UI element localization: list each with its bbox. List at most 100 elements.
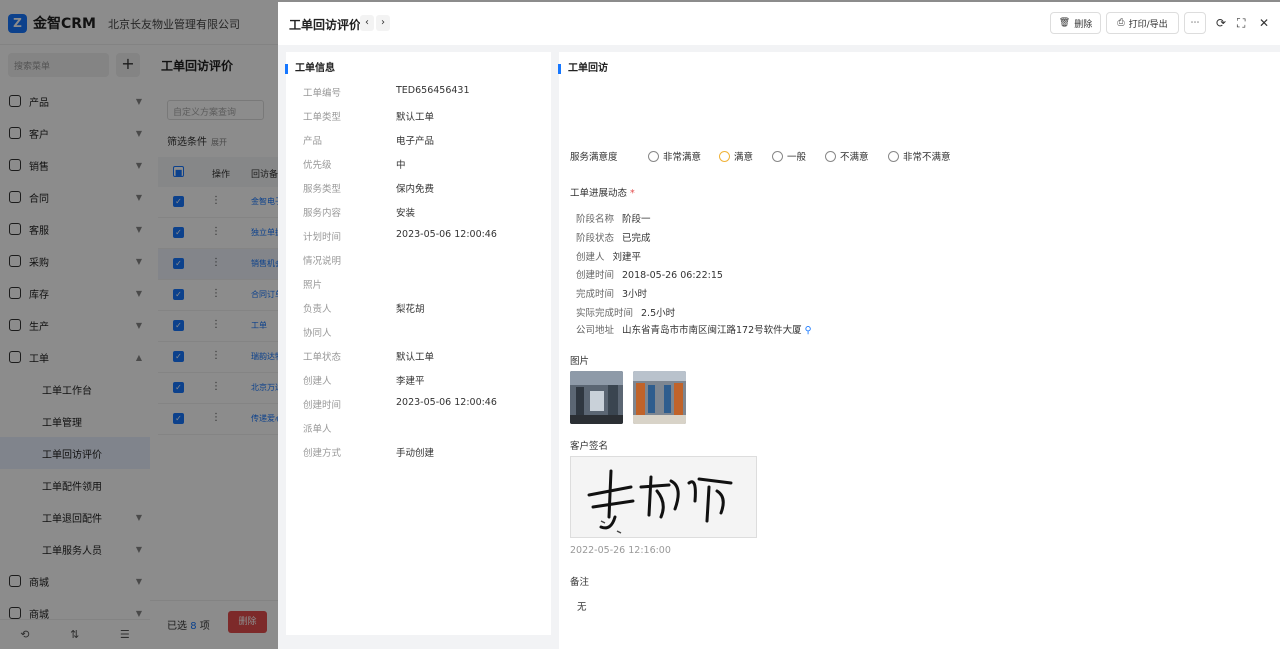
more-icon: ⋯ (1190, 18, 1200, 28)
field-row: 派单人 (296, 421, 546, 437)
photo-thumbnail[interactable] (570, 371, 623, 424)
next-record-icon[interactable]: › (376, 15, 390, 31)
field-label: 计划时间 (303, 232, 342, 243)
printer-icon: ⎙ (1117, 18, 1125, 28)
progress-row: 完成时间 3小时 (576, 286, 647, 300)
progress-row: 阶段名称 阶段一 (576, 211, 651, 225)
field-row: 创建方式 手动创建 (296, 445, 546, 461)
progress-label: 阶段名称 (576, 214, 615, 225)
workorder-info-panel: 工单信息 工单编号 TED656456431 工单类型 默认工单 产品 电子产品 优先… (285, 52, 551, 635)
prev-record-icon[interactable]: ‹ (360, 15, 374, 31)
satisfaction-option-selected[interactable]: 满意 (719, 149, 753, 163)
option-label: 非常不满意 (903, 152, 951, 163)
section-title: 工单信息 (285, 64, 335, 74)
progress-title-text: 工单进展动态 (570, 188, 628, 199)
option-label: 不满意 (840, 152, 869, 163)
progress-value: 2.5小时 (641, 308, 676, 319)
field-row: 负责人 梨花胡 (296, 301, 546, 317)
field-row: 照片 (296, 277, 546, 293)
field-value: 保内免费 (396, 184, 435, 195)
field-row: 情况说明 (296, 253, 546, 269)
delete-label: 删除 (1074, 19, 1093, 30)
field-row: 工单类型 默认工单 (296, 109, 546, 125)
field-row: 工单状态 默认工单 (296, 349, 546, 365)
pictures-label: 图片 (570, 356, 590, 367)
customer-signature-image (570, 456, 757, 538)
progress-row: 阶段状态 已完成 (576, 230, 651, 244)
field-row: 创建人 李建平 (296, 373, 546, 389)
progress-value: 山东省青岛市市南区闽江路172号软件大厦 (622, 325, 802, 336)
field-value: 手动创建 (396, 448, 435, 459)
field-row: 服务类型 保内免费 (296, 181, 546, 197)
progress-value: 阶段一 (622, 214, 651, 225)
field-label: 创建时间 (303, 400, 342, 411)
field-value: 安装 (396, 208, 416, 219)
field-label: 负责人 (303, 304, 332, 315)
field-value: TED656456431 (396, 85, 470, 96)
satisfaction-option[interactable]: 非常满意 (648, 149, 701, 163)
very-unsatisfied-icon (888, 150, 899, 162)
fullscreen-icon[interactable]: ⛶ (1237, 16, 1245, 31)
option-label: 一般 (787, 152, 807, 163)
satisfaction-option[interactable]: 不满意 (825, 149, 869, 163)
field-label: 照片 (303, 280, 323, 291)
progress-label: 公司地址 (576, 325, 615, 336)
field-row: 产品 电子产品 (296, 133, 546, 149)
field-value: 李建平 (396, 376, 425, 387)
progress-label: 创建人 (576, 252, 605, 263)
field-label: 工单状态 (303, 352, 342, 363)
progress-value: 已完成 (622, 233, 651, 244)
field-value: 梨花胡 (396, 304, 425, 315)
progress-value: 3小时 (622, 289, 648, 300)
field-row: 协同人 (296, 325, 546, 341)
field-value: 电子产品 (396, 136, 435, 147)
required-mark: * (630, 188, 635, 199)
close-icon[interactable]: ✕ (1259, 16, 1269, 30)
very-satisfied-icon (648, 150, 659, 162)
satisfaction-label: 服务满意度 (570, 152, 618, 163)
photo-thumbnail[interactable] (633, 371, 686, 424)
satisfaction-option[interactable]: 一般 (772, 149, 806, 163)
unsatisfied-icon (825, 150, 836, 162)
progress-row: 公司地址 山东省青岛市市南区闽江路172号软件大厦 ⚲ (576, 322, 812, 336)
print-export-button[interactable]: ⎙ 打印/导出 (1106, 12, 1179, 34)
field-value: 中 (396, 160, 406, 171)
delete-button[interactable]: 🗑 删除 (1050, 12, 1101, 34)
print-label: 打印/导出 (1128, 19, 1168, 30)
neutral-icon (772, 150, 783, 162)
field-label: 情况说明 (303, 256, 342, 267)
satisfied-icon (719, 150, 730, 162)
more-button[interactable]: ⋯ (1184, 12, 1206, 34)
factory-photo-1 (570, 371, 623, 424)
trash-icon: 🗑 (1058, 18, 1071, 28)
field-row: 工单编号 TED656456431 (296, 85, 546, 101)
satisfaction-option[interactable]: 非常不满意 (888, 149, 951, 163)
option-label: 满意 (734, 152, 754, 163)
field-label: 服务内容 (303, 208, 342, 219)
field-label: 派单人 (303, 424, 332, 435)
progress-value: 刘建平 (612, 252, 642, 263)
location-pin-icon[interactable]: ⚲ (805, 325, 812, 336)
drawer-title: 工单回访评价 (289, 18, 362, 32)
field-label: 协同人 (303, 328, 332, 339)
field-value: 默认工单 (396, 112, 435, 123)
signature-time: 2022-05-26 12:16:00 (570, 545, 671, 556)
progress-row: 创建时间 2018-05-26 06:22:15 (576, 267, 723, 281)
warehouse-photo-2 (633, 371, 686, 424)
field-value: 2023-05-06 12:00:46 (396, 397, 497, 408)
refresh-icon[interactable]: ⟳ (1216, 16, 1226, 30)
field-label: 创建人 (303, 376, 332, 387)
progress-label: 创建时间 (576, 270, 615, 281)
progress-label: 阶段状态 (576, 233, 615, 244)
field-value: 2023-05-06 12:00:46 (396, 229, 497, 240)
option-label: 非常满意 (663, 152, 702, 163)
progress-row: 创建人 刘建平 (576, 249, 641, 263)
drawer-header: 工单回访评价 ‹ › 🗑 删除 ⎙ 打印/导出 ⋯ ⟳ ⛶ ✕ (278, 2, 1280, 45)
field-label: 创建方式 (303, 448, 342, 459)
detail-drawer: 工单回访评价 ‹ › 🗑 删除 ⎙ 打印/导出 ⋯ ⟳ ⛶ ✕ 工单信息 工单编号 T… (278, 2, 1280, 649)
field-value: 默认工单 (396, 352, 435, 363)
section-title: 工单回访 (558, 64, 608, 74)
remark-label: 备注 (570, 577, 590, 588)
field-row: 优先级 中 (296, 157, 546, 173)
remark-value: 无 (577, 602, 587, 613)
